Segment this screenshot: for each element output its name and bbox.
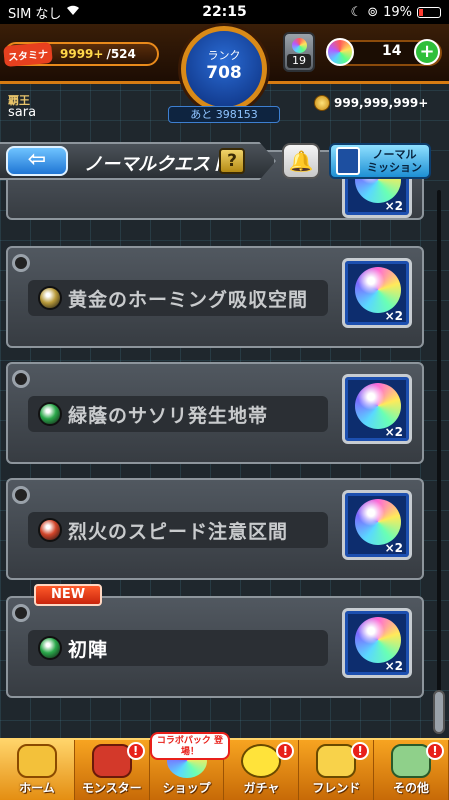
reward-multiplier: ×2 [384, 309, 403, 323]
element-icon [38, 636, 62, 660]
quest-name: 初陣 [68, 638, 109, 661]
quest-name-box: 緑蔭のサソリ発生地帯 [28, 396, 328, 432]
reward-multiplier: ×2 [384, 199, 403, 213]
quest-name: 黄金のホーミング吸収空間 [68, 288, 309, 311]
status-time: 22:15 [202, 4, 247, 20]
orb-stock-badge[interactable]: 19 [283, 32, 315, 72]
quest-name-box: 烈火のスピード注意区間 [28, 512, 328, 548]
back-button[interactable]: ⇦ [6, 146, 68, 176]
pin-icon [12, 604, 30, 622]
reward-box: ×2 [342, 608, 412, 678]
home-icon [16, 744, 57, 778]
carrier-text: SIM なし [8, 6, 62, 22]
gold-display: 999,999,999+ [314, 95, 428, 111]
mission-book-icon [336, 147, 360, 175]
quest-item[interactable]: 初陣 ×2 [6, 596, 424, 698]
nav-gacha[interactable]: ! ガチャ [224, 740, 300, 800]
alert-badge: ! [276, 742, 295, 760]
element-icon [38, 286, 62, 310]
scrollbar-track[interactable] [437, 190, 441, 720]
status-bar: SIM なし 22:15 ☾ ⊚ 19% [0, 0, 449, 24]
gold-amount: 999,999,999+ [334, 96, 429, 110]
coin-icon [314, 95, 330, 111]
stamina-current: 9999+ [60, 47, 104, 61]
monster-icon [91, 744, 132, 778]
nav-friend[interactable]: ! フレンド [299, 740, 375, 800]
orientation-lock-icon: ⊚ [367, 4, 379, 20]
quest-header: ⇦ ノーマルクエスト ? 🔔 ノーマル ミッション [0, 138, 449, 184]
rainbow-orb-icon [355, 617, 401, 663]
normal-mission-button[interactable]: ノーマル ミッション [329, 143, 431, 179]
nav-label: ショップ [162, 781, 211, 795]
quest-item[interactable]: 烈火のスピード注意区間 ×2 [6, 478, 424, 580]
orb-count: 14 [382, 43, 402, 59]
quest-item[interactable]: 黄金のホーミング吸収空間 ×2 [6, 246, 424, 348]
quest-name-box: 初陣 [28, 630, 328, 666]
orb-icon [326, 38, 354, 66]
alert-badge: ! [351, 742, 370, 760]
reward-multiplier: ×2 [384, 659, 403, 673]
wifi-icon [66, 5, 80, 20]
pin-icon [12, 486, 30, 504]
player-name: sara [8, 105, 37, 120]
nav-label: フレンド [312, 781, 361, 795]
pin-icon [12, 254, 30, 272]
rank-dial[interactable]: ランク 708 [181, 26, 267, 112]
stamina-max: /524 [106, 47, 136, 61]
alert-badge: ! [425, 742, 444, 760]
help-button[interactable]: ? [219, 148, 245, 174]
battery-icon [417, 6, 441, 18]
nav-label: ホーム [19, 781, 55, 795]
stamina-bar[interactable]: スタミナ 9999+ /524 [3, 41, 159, 67]
bell-icon[interactable]: 🔔 [282, 143, 320, 179]
alert-badge: ! [126, 742, 145, 760]
reward-box: ×2 [342, 374, 412, 444]
reward-multiplier: ×2 [384, 541, 403, 555]
rainbow-orb-icon [355, 267, 401, 313]
rainbow-orb-icon [355, 499, 401, 545]
quest-name: 緑蔭のサソリ発生地帯 [68, 404, 269, 427]
rank-label: ランク [207, 49, 241, 62]
orb-stock-count: 19 [287, 54, 311, 68]
rank-value: 708 [206, 63, 242, 83]
quest-name-box: 黄金のホーミング吸収空間 [28, 280, 328, 316]
quest-item[interactable]: 緑蔭のサソリ発生地帯 ×2 [6, 362, 424, 464]
nav-monster[interactable]: ! モンスター [75, 740, 150, 800]
moon-icon: ☾ [350, 4, 363, 20]
reward-multiplier: ×2 [384, 425, 403, 439]
pin-icon [12, 370, 30, 388]
nav-home[interactable]: ホーム [0, 740, 75, 800]
rainbow-orb-icon [355, 383, 401, 429]
reward-box: ×2 [342, 490, 412, 560]
collab-pack-tag: コラボパック 登場！ [150, 732, 230, 760]
quest-name: 烈火のスピード注意区間 [68, 520, 289, 543]
scrollbar-thumb[interactable] [433, 690, 445, 734]
nav-label: モンスター [81, 781, 142, 795]
battery-percent: 19% [383, 4, 412, 20]
mission-label-2: ミッション [367, 161, 422, 174]
reward-box: ×2 [342, 258, 412, 328]
element-icon [38, 518, 62, 542]
new-badge: NEW [34, 584, 102, 606]
stamina-tag: スタミナ [3, 41, 53, 67]
mission-label-1: ノーマル [372, 148, 417, 161]
orb-icon [292, 38, 307, 53]
nav-label: その他 [393, 781, 430, 795]
nav-other[interactable]: ! その他 [374, 740, 449, 800]
nav-label: ガチャ [243, 781, 280, 795]
exp-remaining: あと 398153 [168, 106, 280, 123]
element-icon [38, 402, 62, 426]
add-orbs-button[interactable]: + [414, 39, 440, 65]
page-title: ノーマルクエスト [84, 154, 228, 175]
